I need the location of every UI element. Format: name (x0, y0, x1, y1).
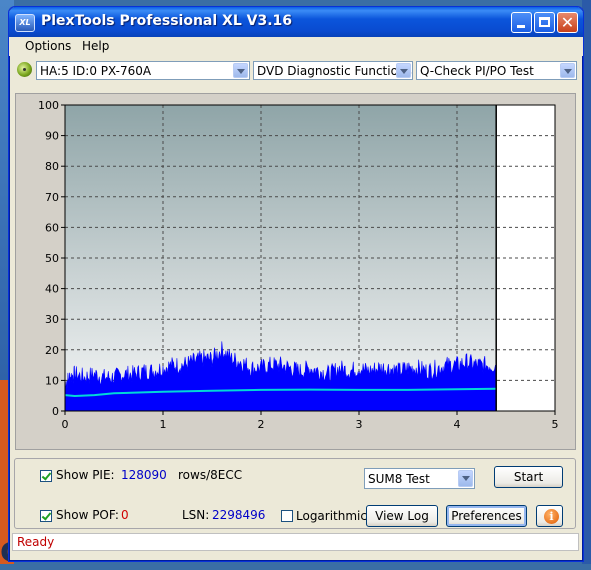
pie-value: 128090 (121, 468, 167, 482)
info-icon: i (544, 509, 559, 524)
x-tick-label: 5 (552, 418, 559, 431)
drive-select[interactable]: HA:5 ID:0 PX-760A (36, 61, 250, 80)
minimize-icon (517, 25, 525, 28)
logarithmic-checkbox[interactable] (281, 510, 293, 522)
app-icon: XL (15, 14, 35, 32)
y-tick-label: 10 (45, 374, 59, 387)
x-tick-label: 1 (160, 418, 167, 431)
drive-disc-icon (17, 62, 32, 77)
y-tick-label: 70 (45, 191, 59, 204)
y-tick-label: 0 (52, 405, 59, 418)
status-bar: Ready (12, 533, 579, 551)
toolbar: HA:5 ID:0 PX-760A DVD Diagnostic Functio… (9, 57, 583, 83)
info-button[interactable]: i (536, 505, 563, 527)
y-tick-label: 100 (38, 99, 59, 112)
preferences-label: Preferences (451, 509, 522, 523)
menu-options[interactable]: Options (25, 39, 71, 53)
menu-bar: Options Help (9, 37, 583, 56)
show-pie-label: Show PIE: (56, 468, 115, 482)
status-text: Ready (17, 535, 55, 549)
chevron-down-icon[interactable] (396, 63, 411, 78)
lsn-value: 2298496 (212, 508, 266, 522)
window-title: PlexTools Professional XL V3.16 (41, 13, 293, 29)
graph-panel: 0 10 20 30 40 50 60 70 80 90 100 0 1 2 3 4 5 (15, 93, 576, 450)
pof-value: 0 (121, 508, 129, 522)
test-select[interactable]: Q-Check PI/PO Test (416, 61, 577, 80)
y-tick-label: 50 (45, 252, 59, 265)
start-button-label: Start (513, 470, 544, 484)
maximize-icon (539, 17, 550, 27)
close-icon: ✕ (560, 13, 575, 32)
app-window: XL PlexTools Professional XL V3.16 ✕ Opt… (8, 6, 584, 562)
x-tick-label: 3 (356, 418, 363, 431)
x-tick-label: 4 (454, 418, 461, 431)
y-tick-label: 80 (45, 160, 59, 173)
x-tick-label: 2 (258, 418, 265, 431)
menu-help[interactable]: Help (82, 39, 109, 53)
minimize-button[interactable] (511, 12, 532, 33)
y-tick-label: 90 (45, 130, 59, 143)
sum-test-value: SUM8 Test (368, 472, 430, 486)
view-log-button[interactable]: View Log (366, 505, 438, 527)
x-tick-label: 0 (62, 418, 69, 431)
pie-unit: rows/8ECC (178, 468, 243, 482)
view-log-label: View Log (375, 509, 429, 523)
function-select[interactable]: DVD Diagnostic Functions (253, 61, 413, 80)
chevron-down-icon[interactable] (458, 470, 473, 487)
chevron-down-icon[interactable] (560, 63, 575, 78)
title-bar[interactable]: XL PlexTools Professional XL V3.16 ✕ (9, 7, 583, 37)
sum-test-select[interactable]: SUM8 Test (364, 468, 475, 489)
show-pie-checkbox[interactable] (40, 470, 52, 482)
preferences-button[interactable]: Preferences (446, 505, 527, 527)
start-button[interactable]: Start (494, 466, 563, 488)
drive-select-value: HA:5 ID:0 PX-760A (40, 64, 152, 78)
lsn-label: LSN: (182, 508, 210, 522)
show-pof-label: Show POF: (56, 508, 119, 522)
y-tick-label: 60 (45, 221, 59, 234)
chevron-down-icon[interactable] (233, 63, 248, 78)
test-select-value: Q-Check PI/PO Test (420, 64, 534, 78)
function-select-value: DVD Diagnostic Functions (257, 64, 412, 78)
show-pof-checkbox[interactable] (40, 510, 52, 522)
close-button[interactable]: ✕ (557, 12, 578, 33)
y-tick-label: 20 (45, 344, 59, 357)
maximize-button[interactable] (534, 12, 555, 33)
y-tick-label: 40 (45, 283, 59, 296)
logarithmic-label: Logarithmic (296, 509, 367, 523)
control-panel: Show PIE: 128090 rows/8ECC SUM8 Test Sta… (14, 458, 576, 529)
pi-po-chart: 0 10 20 30 40 50 60 70 80 90 100 0 1 2 3 4 5 (38, 99, 559, 431)
y-tick-label: 30 (45, 313, 59, 326)
